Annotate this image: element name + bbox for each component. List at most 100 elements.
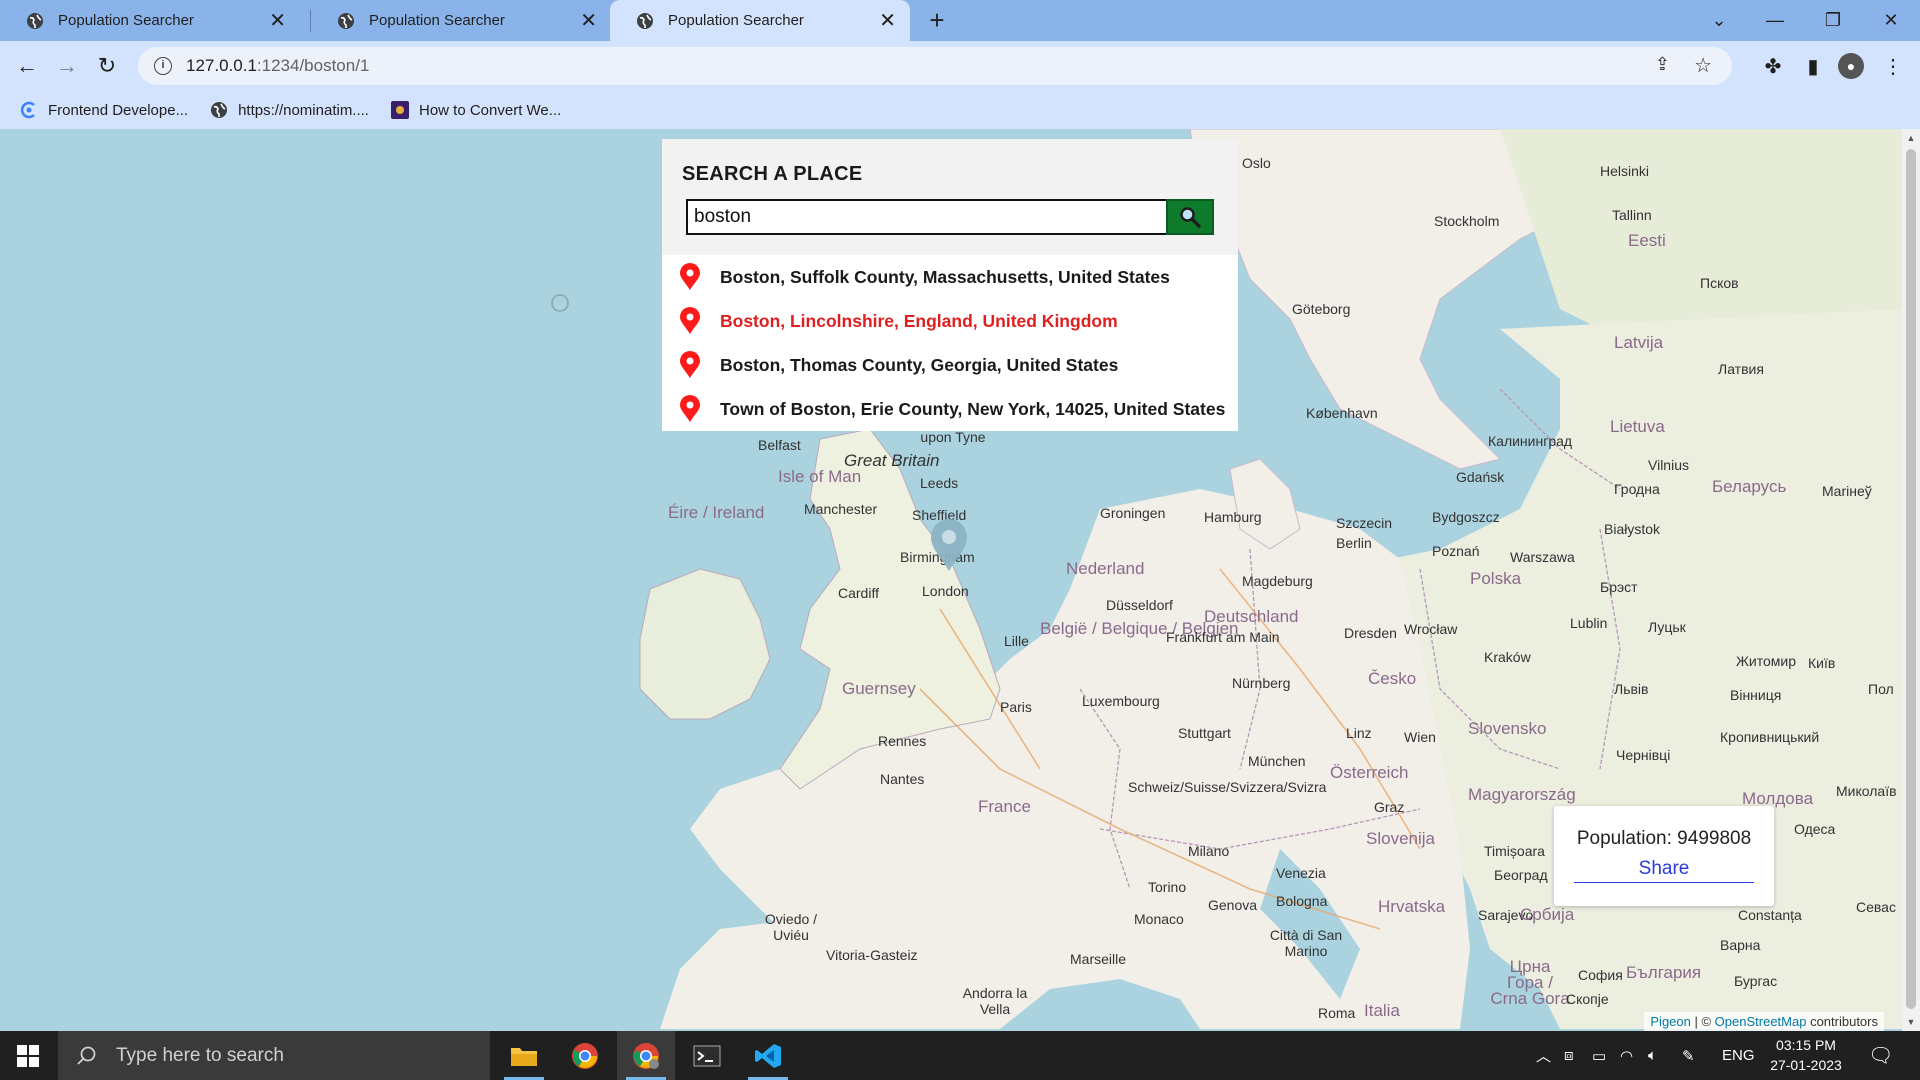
scroll-down-icon[interactable]: ▼ xyxy=(1906,1017,1916,1027)
map-pin-icon[interactable] xyxy=(927,517,971,573)
close-icon[interactable]: ✕ xyxy=(580,11,597,31)
search-button[interactable] xyxy=(1166,199,1214,235)
map-view[interactable]: Oslo Helsinki Stockholm Tallinn Eesti Gö… xyxy=(0,129,1902,1031)
location-pin-icon xyxy=(680,351,700,378)
start-button[interactable] xyxy=(0,1031,56,1080)
tab-search-icon[interactable]: ⌄ xyxy=(1692,0,1746,41)
search-result-item[interactable]: Boston, Lincolnshire, England, United Ki… xyxy=(662,299,1238,343)
osm-link[interactable]: OpenStreetMap xyxy=(1715,1014,1807,1029)
pen-icon[interactable]: ✎ xyxy=(1682,1031,1695,1080)
back-button[interactable]: ← xyxy=(10,49,44,83)
map-label: Kraków xyxy=(1484,649,1531,665)
taskbar-search[interactable]: Type here to search xyxy=(58,1031,490,1080)
wifi-icon[interactable]: ◠ xyxy=(1620,1031,1633,1080)
map-label: Гродна xyxy=(1614,481,1660,497)
volume-icon[interactable]: 🔈︎ xyxy=(1648,1031,1657,1080)
map-label: Genova xyxy=(1208,897,1258,913)
map-label: Milano xyxy=(1188,843,1230,859)
map-label: Hrvatska xyxy=(1378,897,1446,916)
map-label: Одеса xyxy=(1794,821,1836,837)
address-bar[interactable]: i 127.0.0.1:1234/boston/1 ⇪ ☆ xyxy=(138,47,1732,85)
map-label: Севас xyxy=(1856,899,1896,915)
share-link[interactable]: Share xyxy=(1574,858,1754,883)
map-label: Berlin xyxy=(1336,535,1372,551)
minimize-button[interactable]: — xyxy=(1748,0,1802,41)
search-result-item[interactable]: Boston, Suffolk County, Massachusetts, U… xyxy=(662,255,1238,299)
map-label: Latvija xyxy=(1614,333,1664,352)
new-tab-button[interactable]: + xyxy=(922,6,952,36)
search-input[interactable] xyxy=(686,199,1168,235)
search-results: Boston, Suffolk County, Massachusetts, U… xyxy=(662,255,1238,431)
map-label: Житомир xyxy=(1736,653,1797,669)
terminal-button[interactable] xyxy=(678,1031,736,1080)
search-result-item[interactable]: Boston, Thomas County, Georgia, United S… xyxy=(662,343,1238,387)
globe-icon xyxy=(211,102,228,118)
map-label: Mariнеў xyxy=(1822,483,1872,499)
map-label: Nürnberg xyxy=(1232,675,1291,691)
population-text: Population: 9499808 xyxy=(1576,828,1752,849)
map-label: Manchester xyxy=(804,501,878,517)
map-label: Вінниця xyxy=(1730,687,1782,703)
restore-button[interactable]: ❐ xyxy=(1806,0,1860,41)
share-icon[interactable]: ⇪ xyxy=(1655,54,1670,75)
map-label: Nantes xyxy=(880,771,925,787)
map-label: Italia xyxy=(1364,1001,1400,1020)
chrome-button[interactable] xyxy=(556,1031,614,1080)
info-icon[interactable]: i xyxy=(154,57,172,75)
search-icon xyxy=(1180,207,1201,228)
browser-tab[interactable]: Population Searcher ✕ xyxy=(311,0,611,41)
system-clock[interactable]: 03:15 PM 27-01-2023 xyxy=(1766,1035,1846,1075)
map-label: Slovensko xyxy=(1468,719,1547,738)
close-icon[interactable]: ✕ xyxy=(879,11,896,31)
bookmark-star-icon[interactable]: ☆ xyxy=(1694,53,1712,78)
scroll-up-icon[interactable]: ▲ xyxy=(1906,133,1916,143)
bookmark-item[interactable]: How to Convert We... xyxy=(390,101,561,119)
forward-button[interactable]: → xyxy=(50,49,84,83)
chrome-icon xyxy=(572,1042,598,1069)
map-label: България xyxy=(1626,963,1702,982)
side-panel-icon[interactable]: ▮ xyxy=(1800,53,1826,79)
bookmark-item[interactable]: https://nominatim.... xyxy=(210,101,369,119)
map-label: Lietuva xyxy=(1610,417,1665,436)
battery-icon[interactable]: ▭ xyxy=(1592,1031,1606,1080)
extensions-icon[interactable]: ✤ xyxy=(1760,53,1786,79)
map-label: Бургас xyxy=(1734,973,1778,989)
map-label: Guernsey xyxy=(842,679,916,698)
site-icon xyxy=(390,101,409,119)
close-window-button[interactable]: ✕ xyxy=(1864,0,1918,41)
file-explorer-button[interactable] xyxy=(495,1031,553,1080)
close-icon[interactable]: ✕ xyxy=(269,11,286,31)
map-label: Oslo xyxy=(1242,155,1271,171)
chrome-profile-button[interactable] xyxy=(617,1031,675,1080)
search-result-item[interactable]: Town of Boston, Erie County, New York, 1… xyxy=(662,387,1238,431)
attribution-separator: | © xyxy=(1690,1014,1715,1029)
map-label: Torino xyxy=(1148,879,1187,895)
page-scrollbar[interactable]: ▲ ▼ xyxy=(1902,129,1920,1031)
avatar[interactable]: ● xyxy=(1838,53,1864,79)
chevron-up-icon[interactable]: ︿ xyxy=(1536,1031,1551,1080)
map-label: Wien xyxy=(1404,729,1436,745)
bookmark-item[interactable]: Frontend Develope... xyxy=(20,101,188,119)
windows-logo-icon xyxy=(17,1044,39,1067)
reload-button[interactable]: ↻ xyxy=(90,49,124,83)
map-label: Magdeburg xyxy=(1242,573,1313,589)
menu-icon[interactable]: ⋮ xyxy=(1880,53,1906,79)
map-label: Stuttgart xyxy=(1178,725,1231,741)
meet-icon[interactable]: ⧈ xyxy=(1564,1031,1574,1080)
search-title: SEARCH A PLACE xyxy=(682,163,863,185)
map-label: Marseille xyxy=(1070,951,1127,967)
map-label: Gdańsk xyxy=(1456,469,1505,485)
map-label: Göteborg xyxy=(1292,301,1351,317)
globe-icon xyxy=(637,12,653,29)
map-label: Nederland xyxy=(1066,559,1145,578)
vscode-button[interactable] xyxy=(739,1031,797,1080)
language-indicator[interactable]: ENG xyxy=(1722,1031,1755,1080)
browser-tab[interactable]: Population Searcher ✕ xyxy=(0,0,300,41)
globe-icon xyxy=(27,12,43,29)
map-label: Чернівці xyxy=(1616,747,1671,763)
scrollbar-thumb[interactable] xyxy=(1906,149,1916,1009)
notification-icon[interactable]: 🗨︎ xyxy=(1868,1031,1893,1080)
map-label: Hamburg xyxy=(1204,509,1262,525)
browser-tab-active[interactable]: Population Searcher ✕ xyxy=(610,0,910,41)
pigeon-link[interactable]: Pigeon xyxy=(1650,1014,1690,1029)
